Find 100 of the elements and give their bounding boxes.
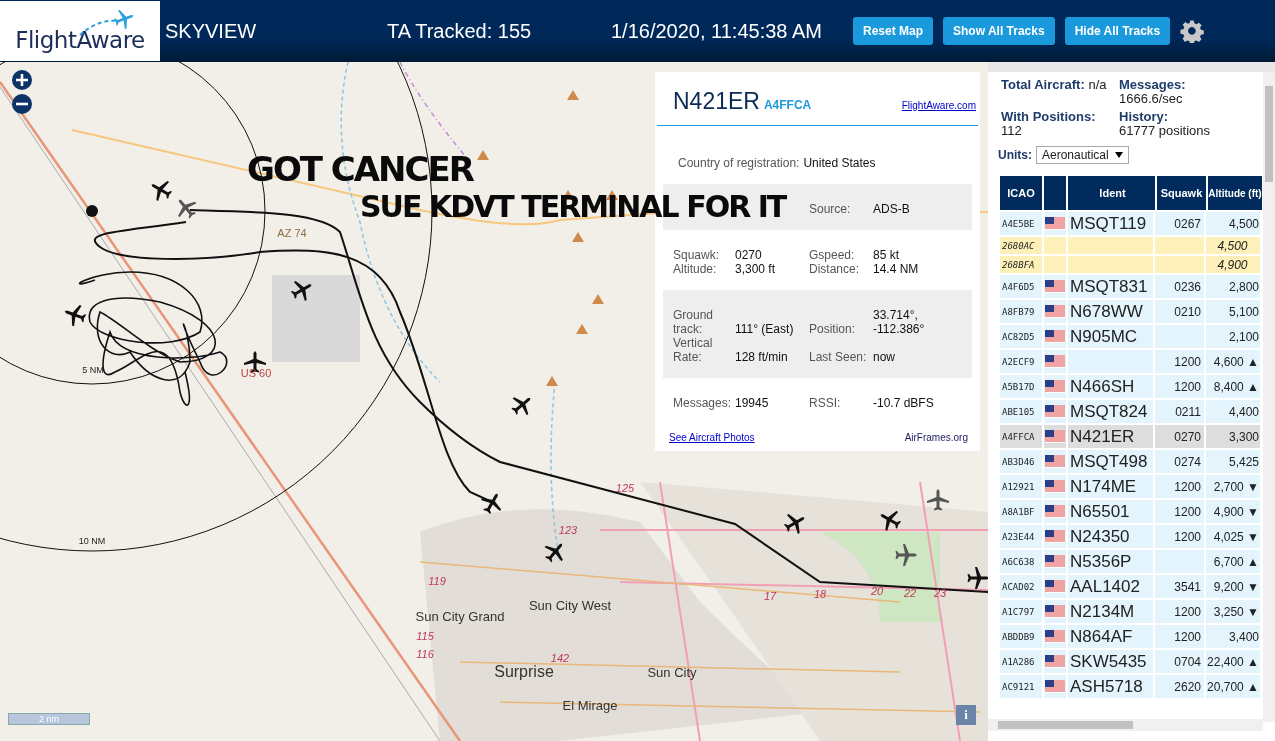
aircraft-row[interactable]: A4FFCA N421ER 0270 3,300 xyxy=(1000,425,1262,448)
table-cell: AC9121 xyxy=(1000,675,1042,698)
table-cell: A4F6D5 xyxy=(1000,275,1042,298)
field-value: 19945 xyxy=(735,396,770,410)
aircraft-row[interactable]: AC82D5 N905MC 2,100 xyxy=(1000,325,1262,348)
aircraft-row[interactable]: ABDDB9 N864AF 1200 3,400 xyxy=(1000,625,1262,648)
receiver-dot xyxy=(86,205,98,217)
field-value: 128 ft/min xyxy=(735,350,789,364)
overlay-caption: SUE KDVT TERMINAL FOR IT xyxy=(360,188,786,226)
table-cell: N678WW xyxy=(1070,301,1143,322)
table-cell: 1200 xyxy=(1174,504,1201,519)
column-header[interactable]: Altitude (ft) xyxy=(1208,176,1262,210)
table-cell: 1200 xyxy=(1174,529,1201,544)
map-label: 18 xyxy=(813,588,827,600)
airplane-icon[interactable] xyxy=(511,397,531,416)
aircraft-row[interactable]: A8FB79 N678WW 0210 5,100 xyxy=(1000,300,1262,323)
table-cell: N24350 xyxy=(1070,526,1130,547)
airplane-icon[interactable] xyxy=(480,493,502,515)
field-label: Source: xyxy=(809,202,852,216)
aircraft-row[interactable]: A2ECF9 1200 4,600 ▲ xyxy=(1000,350,1262,373)
app-title: SKYVIEW xyxy=(165,19,258,43)
aircraft-row[interactable]: A6C638 N5356P 6,700 ▲ xyxy=(1000,550,1262,573)
table-cell: A6C638 xyxy=(1000,550,1042,573)
aircraft-row[interactable]: ACAD02 AAL1402 3541 9,200 ▼ xyxy=(1000,575,1262,598)
aircraft-row[interactable]: A4F6D5 MSQT831 0236 2,800 xyxy=(1000,275,1262,298)
airframes-link[interactable]: AirFrames.org xyxy=(904,432,968,443)
table-cell: ACAD02 xyxy=(1000,575,1042,598)
field-value: ADS-B xyxy=(873,202,911,216)
field-label: Distance: xyxy=(809,262,861,276)
table-cell: N2134M xyxy=(1070,601,1135,622)
table-cell: AC82D5 xyxy=(1000,325,1042,348)
units-dropdown[interactable]: Aeronautical xyxy=(1036,146,1129,164)
aircraft-row[interactable]: A1C797 N2134M 1200 3,250 ▼ xyxy=(1000,600,1262,623)
airplane-icon[interactable] xyxy=(927,489,949,511)
map-label: 119 xyxy=(428,575,446,587)
table-cell: ABDDB9 xyxy=(1000,625,1042,648)
table-cell: ASH5718 xyxy=(1070,676,1143,697)
aircraft-row[interactable]: AC9121 ASH5718 2620 20,700 ▲ xyxy=(1000,675,1262,698)
table-cell: MSQT831 xyxy=(1070,276,1148,297)
table-cell: MSQT119 xyxy=(1070,213,1147,234)
aircraft-row[interactable]: A1A286 SKW5435 0704 22,400 ▲ xyxy=(1000,650,1262,673)
aircraft-row[interactable]: AB3D46 MSQT498 0274 5,425 xyxy=(1000,450,1262,473)
zoom-in-button[interactable] xyxy=(12,70,32,90)
table-cell: 2,700 ▼ xyxy=(1213,479,1259,494)
table-cell: 3,250 ▼ xyxy=(1213,604,1259,619)
table-cell: 2680AC xyxy=(1000,237,1042,254)
aircraft-row[interactable]: A23E44 N24350 1200 4,025 ▼ xyxy=(1000,525,1262,548)
table-cell: A1A286 xyxy=(1000,650,1042,673)
map-label: 116 xyxy=(416,648,434,660)
field-value: 33.714°, -112.386° xyxy=(873,308,926,336)
tracked-count: TA Tracked: 155 xyxy=(387,19,533,43)
stat-label: Total Aircraft: xyxy=(1001,77,1085,92)
airplane-icon[interactable] xyxy=(151,180,173,202)
aircraft-row[interactable]: A12921 N174ME 1200 2,700 ▼ xyxy=(1000,475,1262,498)
aircraft-row[interactable]: A4E5BE MSQT119 0267 4,500 xyxy=(1000,212,1262,235)
table-cell: A4FFCA xyxy=(1000,425,1042,448)
airplane-icon[interactable] xyxy=(783,513,805,535)
stat-value: n/a xyxy=(1088,78,1107,92)
aircraft-row[interactable]: A8A1BF N65501 1200 4,900 ▼ xyxy=(1000,500,1262,523)
zoom-out-button[interactable] xyxy=(12,94,32,114)
aircraft-row[interactable]: 2680AC 4,500 xyxy=(1000,237,1262,254)
column-header[interactable]: Ident xyxy=(1068,176,1155,210)
table-cell: 0210 xyxy=(1174,304,1201,319)
table-cell: 1200 xyxy=(1174,379,1201,394)
table-cell: MSQT498 xyxy=(1070,451,1148,472)
airplane-icon[interactable] xyxy=(544,543,563,563)
photos-link[interactable]: See Aircraft Photos xyxy=(669,432,755,443)
airplane-icon[interactable] xyxy=(178,199,197,219)
aircraft-row[interactable]: A5B17D N466SH 1200 8,400 ▲ xyxy=(1000,375,1262,398)
table-cell: 8,400 ▲ xyxy=(1213,379,1259,394)
map-label: Sun City xyxy=(647,665,697,680)
airplane-icon[interactable] xyxy=(880,510,902,532)
table-cell: 6,700 ▲ xyxy=(1213,554,1259,569)
field-value: 0270 xyxy=(735,248,763,262)
field-label: Country of registration: xyxy=(678,156,800,170)
table-cell: 4,600 ▲ xyxy=(1213,354,1259,369)
aircraft-row[interactable]: ABE105 MSQT824 0211 4,400 xyxy=(1000,400,1262,423)
aircraft-row[interactable]: 268BFA 4,900 xyxy=(1000,256,1262,273)
airplane-icon[interactable] xyxy=(64,305,87,327)
airplane-icon[interactable] xyxy=(967,567,988,589)
settings-icon[interactable] xyxy=(1180,19,1205,43)
map-label: AZ 74 xyxy=(277,227,307,239)
column-header[interactable]: Squawk xyxy=(1157,176,1206,210)
field-value: now xyxy=(873,350,896,364)
info-button[interactable]: i xyxy=(956,705,976,725)
map-label: 115 xyxy=(416,630,434,642)
units-label: Units: xyxy=(998,148,1032,162)
field-label: Last Seen: xyxy=(809,350,868,364)
field-value: -10.7 dBFS xyxy=(873,396,935,410)
table-cell: 1200 xyxy=(1174,604,1201,619)
table-cell: 0274 xyxy=(1174,454,1201,469)
field-label: RSSI: xyxy=(809,396,842,410)
logo[interactable]: FlightAware xyxy=(0,1,160,61)
column-header[interactable]: ICAO xyxy=(1000,176,1042,210)
aircraft-ident: N421ER xyxy=(673,88,760,115)
stat-value: 61777 positions xyxy=(1119,124,1211,138)
site-link[interactable]: FlightAware.com xyxy=(901,100,976,111)
field-label: Altitude: xyxy=(673,262,718,276)
airplane-icon[interactable] xyxy=(290,280,312,302)
table-cell: 1200 xyxy=(1174,629,1201,644)
